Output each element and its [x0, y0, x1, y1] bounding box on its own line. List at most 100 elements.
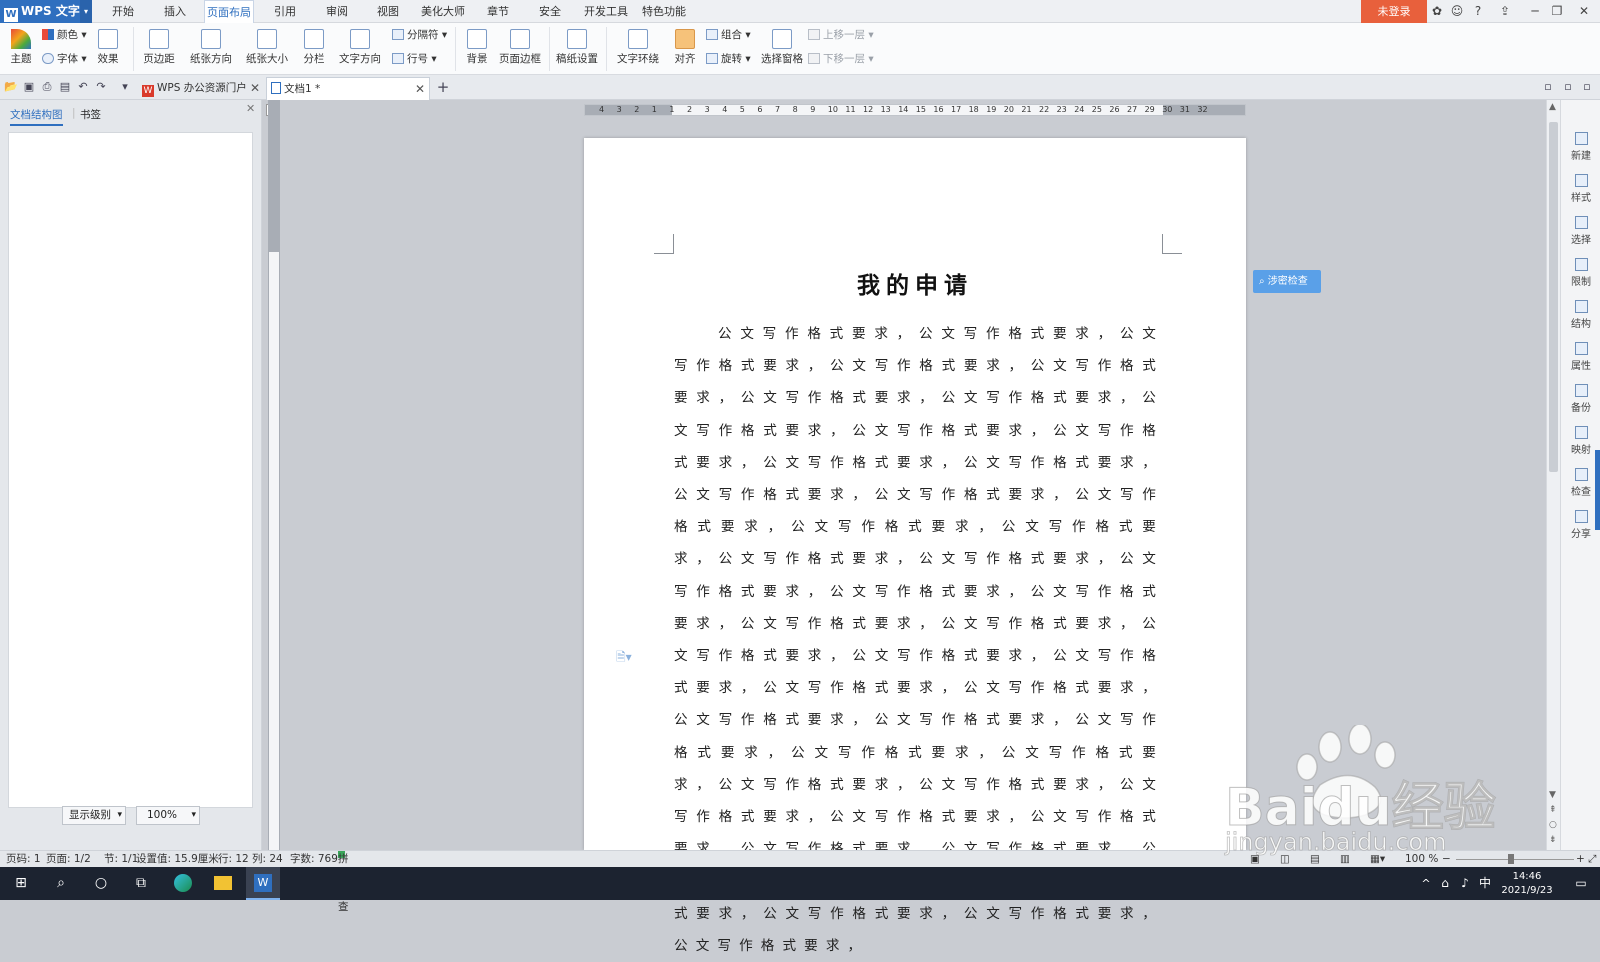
menu-review[interactable]: 审阅: [320, 0, 354, 23]
close-icon[interactable]: ✕: [246, 102, 255, 115]
scroll-down-icon[interactable]: ▼: [1549, 790, 1556, 800]
view-read-icon[interactable]: ▤: [1310, 851, 1320, 867]
menu-view[interactable]: 视图: [371, 0, 405, 23]
group-button[interactable]: 组合 ▾: [706, 27, 751, 43]
theme-button[interactable]: 主题: [6, 29, 36, 66]
fit-window-icon[interactable]: ⤢: [1588, 851, 1596, 867]
wps-taskbar-icon[interactable]: W: [246, 867, 280, 900]
rotate-button[interactable]: 旋转 ▾: [706, 51, 751, 67]
tray-chevron-icon[interactable]: ^: [1418, 867, 1434, 900]
font-button[interactable]: 字体 ▾: [42, 51, 87, 67]
close-icon[interactable]: ✕: [415, 78, 425, 100]
orientation-button[interactable]: 纸张方向: [186, 29, 236, 66]
confidential-check-button[interactable]: ⌕ 涉密检查: [1253, 270, 1321, 293]
view-outline-icon[interactable]: ▥: [1340, 851, 1350, 867]
menu-references[interactable]: 引用: [268, 0, 302, 23]
background-button[interactable]: 背景: [460, 29, 494, 66]
sidebar-select[interactable]: 选择: [1561, 216, 1600, 246]
vertical-scrollbar[interactable]: ▲ ▼ ⇞ ○ ⇟: [1546, 100, 1560, 850]
notification-icon[interactable]: ▭: [1568, 867, 1594, 900]
paragraph-options-icon[interactable]: 🗎▾: [616, 648, 632, 669]
sidebar-new[interactable]: 新建: [1561, 132, 1600, 162]
edge-browser-icon[interactable]: [166, 867, 200, 900]
color-button[interactable]: 颜色 ▾: [42, 27, 87, 43]
feedback-icon[interactable]: ☺: [1447, 0, 1467, 23]
text-wrap-button[interactable]: 文字环绕: [612, 29, 664, 66]
zoom-select[interactable]: 100% ▾: [136, 806, 200, 825]
menu-page-layout[interactable]: 页面布局: [204, 0, 254, 24]
menu-security[interactable]: 安全: [533, 0, 567, 23]
customize-chevron-icon[interactable]: ▾: [118, 80, 132, 94]
view-web-icon[interactable]: ◫: [1280, 851, 1290, 867]
menu-dev-tools[interactable]: 开发工具: [582, 0, 630, 23]
manuscript-settings-button[interactable]: 稿纸设置: [555, 29, 599, 66]
prev-page-icon[interactable]: ⇞: [1549, 805, 1557, 815]
paper-size-button[interactable]: 纸张大小: [242, 29, 292, 66]
tab-settings-icon[interactable]: ▫: [1580, 80, 1594, 94]
print-icon[interactable]: ⎙: [40, 80, 54, 94]
sidebar-restrict[interactable]: 限制: [1561, 258, 1600, 288]
chevron-down-icon[interactable]: ▾: [80, 0, 92, 23]
page-border-button[interactable]: 页面边框: [498, 29, 542, 66]
scroll-thumb[interactable]: [1549, 122, 1558, 472]
taskbar-clock[interactable]: 14:46 2021/9/23: [1496, 867, 1558, 900]
menu-start[interactable]: 开始: [107, 0, 139, 23]
sidebar-styles[interactable]: 样式: [1561, 174, 1600, 204]
skin-icon[interactable]: ✿: [1427, 0, 1447, 23]
document-map-area[interactable]: [8, 132, 253, 808]
horizontal-ruler[interactable]: 4 3 2 1 1 2 3 4 5 6 7 8 9 10 11 12 13 14 15 16 17 18 19 20 21 22 2…: [584, 104, 1246, 116]
tab-wps-portal[interactable]: W WPS 办公资源门户 ✕: [138, 77, 264, 100]
selection-pane-button[interactable]: 选择窗格: [760, 29, 804, 66]
columns-button[interactable]: 分栏: [298, 29, 330, 66]
open-icon[interactable]: 📂: [4, 80, 18, 94]
document-title[interactable]: 我的申请: [584, 266, 1246, 300]
margins-button[interactable]: 页边距: [138, 29, 180, 66]
tab-document1[interactable]: 文档1 * ✕: [266, 77, 430, 100]
browse-object-icon[interactable]: ○: [1549, 820, 1557, 830]
separator-button[interactable]: 分隔符 ▾: [392, 27, 447, 43]
wps-logo-menu[interactable]: W WPS 文字 ▾: [0, 0, 92, 23]
undo-icon[interactable]: ↶: [76, 80, 90, 94]
tab-list-icon[interactable]: ▫: [1541, 80, 1555, 94]
tab-menu-icon[interactable]: ▫: [1561, 80, 1575, 94]
tab-bookmarks[interactable]: 书签: [80, 107, 101, 122]
zoom-level[interactable]: 100 %: [1405, 851, 1438, 867]
line-numbers-button[interactable]: 行号 ▾: [392, 51, 437, 67]
send-backward-button[interactable]: 下移一层 ▾: [808, 51, 874, 67]
scroll-up-icon[interactable]: ▲: [1549, 102, 1556, 112]
restore-icon[interactable]: ❐: [1547, 0, 1567, 23]
effect-button[interactable]: 效果: [92, 29, 124, 66]
sidebar-backup[interactable]: 备份: [1561, 384, 1600, 414]
sidebar-properties[interactable]: 属性: [1561, 342, 1600, 372]
new-tab-icon[interactable]: +: [436, 80, 450, 95]
help-icon[interactable]: ?: [1467, 0, 1489, 23]
redo-icon[interactable]: ↷: [94, 80, 108, 94]
menu-beautify[interactable]: 美化大师: [419, 0, 467, 23]
cortana-icon[interactable]: ○: [86, 867, 116, 900]
align-button[interactable]: 对齐: [668, 29, 702, 66]
bring-forward-button[interactable]: 上移一层 ▾: [808, 27, 874, 43]
search-icon[interactable]: ⌕: [46, 867, 76, 900]
sidebar-structure[interactable]: 结构: [1561, 300, 1600, 330]
zoom-in-icon[interactable]: +: [1576, 851, 1585, 867]
minimize-icon[interactable]: ─: [1525, 0, 1545, 23]
volume-icon[interactable]: ♪: [1456, 867, 1474, 900]
file-explorer-icon[interactable]: [206, 867, 240, 900]
show-level-select[interactable]: 显示级别 ▾: [62, 806, 126, 825]
status-words[interactable]: 字数: 769: [290, 851, 338, 867]
zoom-slider[interactable]: [1456, 859, 1574, 860]
tab-document-map[interactable]: 文档结构图: [10, 107, 63, 126]
print-preview-icon[interactable]: ▤: [58, 80, 72, 94]
menu-chapter[interactable]: 章节: [481, 0, 515, 23]
view-page-icon[interactable]: ▣: [1250, 851, 1260, 867]
next-page-icon[interactable]: ⇟: [1549, 835, 1557, 845]
menu-insert[interactable]: 插入: [157, 0, 193, 23]
zoom-slider-thumb[interactable]: [1508, 854, 1514, 864]
windows-start-icon[interactable]: ⊞: [6, 867, 36, 900]
document-page[interactable]: 我的申请 公文写作格式要求，公文写作格式要求，公文写作格式要求，公文写作格式要求…: [584, 138, 1246, 954]
upload-icon[interactable]: ⇪: [1495, 0, 1515, 23]
save-icon[interactable]: ▣: [22, 80, 36, 94]
text-direction-button[interactable]: 文字方向: [335, 29, 385, 66]
network-icon[interactable]: ⌂: [1436, 867, 1454, 900]
view-options-icon[interactable]: ▦▾: [1370, 851, 1385, 867]
